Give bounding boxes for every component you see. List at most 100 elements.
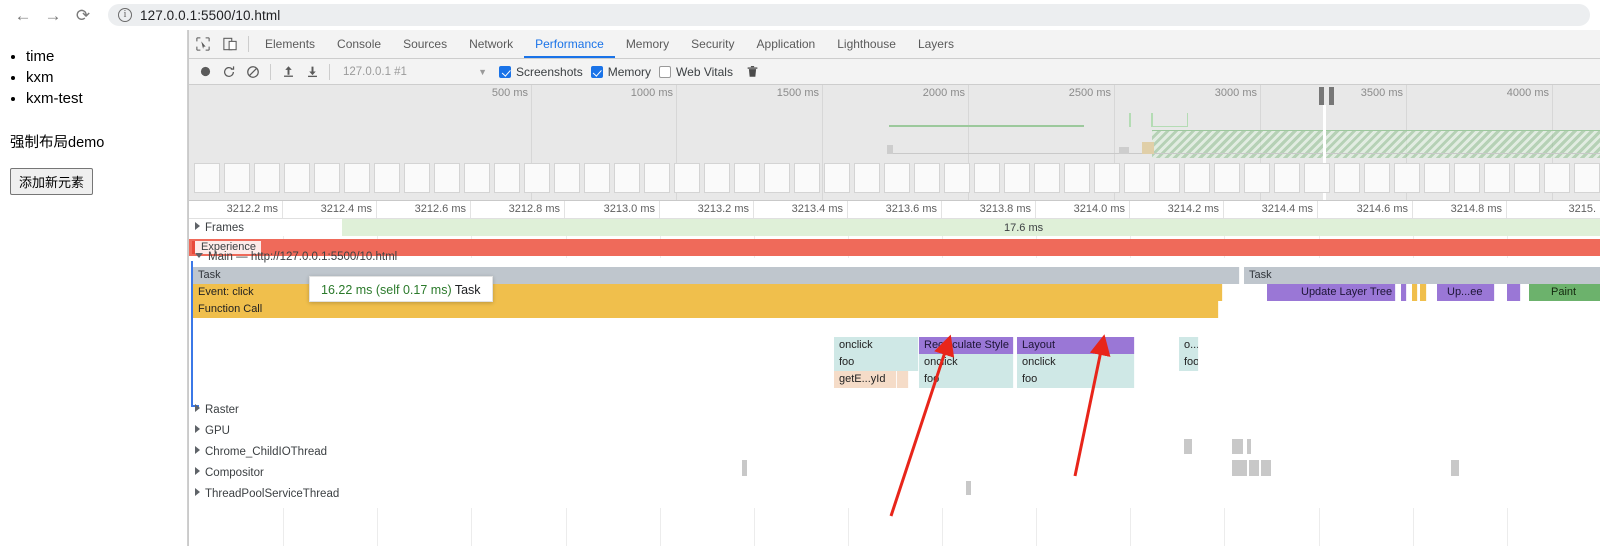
track-raster[interactable]: Raster — [195, 404, 239, 416]
track-gpu[interactable]: GPU — [195, 425, 230, 437]
flame-block-update-trunc[interactable]: Up...ee — [1437, 284, 1495, 301]
flame-block-peach[interactable] — [897, 371, 909, 388]
flame-block-scripting[interactable] — [1412, 284, 1418, 301]
tab-memory[interactable]: Memory — [615, 30, 680, 58]
filmstrip-thumbnail[interactable] — [854, 163, 880, 193]
filmstrip-thumbnail[interactable] — [1094, 163, 1120, 193]
web-vitals-checkbox[interactable]: Web Vitals — [659, 65, 733, 79]
filmstrip-thumbnail[interactable] — [494, 163, 520, 193]
timeline-overview[interactable]: 500 ms 1000 ms 1500 ms 2000 ms 2500 ms 3… — [189, 85, 1600, 201]
filmstrip-thumbnail[interactable] — [1544, 163, 1570, 193]
flame-block-onclick[interactable]: onclick — [1017, 354, 1135, 371]
track-compositor[interactable]: Compositor — [195, 467, 264, 479]
filmstrip-thumbnail[interactable] — [284, 163, 310, 193]
overview-selection-handle[interactable] — [1329, 87, 1334, 105]
record-circle-icon[interactable] — [193, 60, 217, 84]
arrow-right-icon[interactable]: → — [38, 0, 68, 30]
filmstrip-thumbnail[interactable] — [374, 163, 400, 193]
activity-block[interactable] — [1247, 439, 1251, 454]
filmstrip-thumbnail[interactable] — [914, 163, 940, 193]
flame-block-recalculate-style[interactable]: Recalculate Style — [919, 337, 1014, 354]
inspect-element-icon[interactable] — [189, 31, 216, 58]
filmstrip-thumbnail[interactable] — [254, 163, 280, 193]
flame-block-scripting[interactable] — [1420, 284, 1427, 301]
flame-block-o-trunc[interactable]: o... — [1179, 337, 1199, 354]
filmstrip-thumbnail[interactable] — [554, 163, 580, 193]
filmstrip-thumbnail[interactable] — [1454, 163, 1480, 193]
track-frames[interactable]: Frames — [195, 222, 244, 234]
device-toolbar-icon[interactable] — [216, 31, 243, 58]
filmstrip-thumbnail[interactable] — [1424, 163, 1450, 193]
filmstrip-thumbnail[interactable] — [1124, 163, 1150, 193]
filmstrip-thumbnail[interactable] — [1244, 163, 1270, 193]
filmstrip-thumbnail[interactable] — [1004, 163, 1030, 193]
activity-block[interactable] — [1232, 439, 1243, 454]
load-profile-up-arrow-icon[interactable] — [276, 60, 300, 84]
flame-block-get-element-by-id[interactable]: getE...yId — [834, 371, 897, 388]
tab-network[interactable]: Network — [458, 30, 524, 58]
filmstrip-thumbnail[interactable] — [524, 163, 550, 193]
reload-and-record-icon[interactable] — [217, 60, 241, 84]
filmstrip-thumbnail[interactable] — [1154, 163, 1180, 193]
tab-elements[interactable]: Elements — [254, 30, 326, 58]
filmstrip-thumbnail[interactable] — [1034, 163, 1060, 193]
filmstrip-thumbnail[interactable] — [1394, 163, 1420, 193]
filmstrip-thumbnail[interactable] — [1514, 163, 1540, 193]
filmstrip-thumbnail[interactable] — [974, 163, 1000, 193]
filmstrip-thumbnail[interactable] — [644, 163, 670, 193]
flame-block-onclick[interactable]: onclick — [919, 354, 1014, 371]
flame-block-foo[interactable]: foo — [919, 371, 1014, 388]
filmstrip-thumbnail[interactable] — [1574, 163, 1600, 193]
tab-layers[interactable]: Layers — [907, 30, 965, 58]
reload-icon[interactable]: ⟳ — [68, 0, 98, 30]
filmstrip-thumbnail[interactable] — [764, 163, 790, 193]
activity-block[interactable] — [1184, 439, 1192, 454]
filmstrip-thumbnail[interactable] — [344, 163, 370, 193]
profile-select[interactable]: 127.0.0.1 #1 ▼ — [339, 62, 491, 81]
track-chrome-childiothread[interactable]: Chrome_ChildIOThread — [195, 446, 327, 458]
activity-block[interactable] — [1261, 460, 1271, 476]
tab-security[interactable]: Security — [680, 30, 745, 58]
filmstrip-thumbnail[interactable] — [1364, 163, 1390, 193]
flame-block-rendering[interactable] — [1507, 284, 1521, 301]
filmstrip-thumbnail[interactable] — [1064, 163, 1090, 193]
save-profile-down-arrow-icon[interactable] — [300, 60, 324, 84]
activity-block[interactable] — [966, 481, 971, 495]
filmstrip-thumbnail[interactable] — [584, 163, 610, 193]
filmstrip-thumbnail[interactable] — [674, 163, 700, 193]
info-circle-icon[interactable]: i — [118, 8, 132, 22]
memory-checkbox[interactable]: Memory — [590, 65, 651, 79]
filmstrip-thumbnail[interactable] — [1484, 163, 1510, 193]
filmstrip-thumbnail[interactable] — [1184, 163, 1210, 193]
filmstrip-thumbnail[interactable] — [464, 163, 490, 193]
filmstrip-thumbnail[interactable] — [734, 163, 760, 193]
filmstrip-thumbnail[interactable] — [704, 163, 730, 193]
filmstrip-thumbnail[interactable] — [1274, 163, 1300, 193]
filmstrip-thumbnail[interactable] — [884, 163, 910, 193]
flame-block-paint[interactable]: Paint — [1529, 284, 1600, 301]
flame-block-foo[interactable]: foo — [834, 354, 919, 371]
filmstrip-thumbnail[interactable] — [824, 163, 850, 193]
flame-block-layout[interactable]: Layout — [1017, 337, 1135, 354]
tab-sources[interactable]: Sources — [392, 30, 458, 58]
back-icon[interactable]: ← — [8, 0, 38, 30]
filmstrip-thumbnail[interactable] — [314, 163, 340, 193]
add-element-button[interactable]: 添加新元素 — [10, 168, 94, 195]
filmstrip-thumbnail[interactable] — [434, 163, 460, 193]
flame-block-rendering[interactable] — [1401, 284, 1407, 301]
track-main[interactable]: Main — http://127.0.0.1:5500/10.html — [195, 251, 397, 263]
activity-block[interactable] — [742, 460, 747, 476]
tab-console[interactable]: Console — [326, 30, 392, 58]
track-threadpoolservicethread[interactable]: ThreadPoolServiceThread — [195, 488, 339, 500]
tab-lighthouse[interactable]: Lighthouse — [826, 30, 907, 58]
tab-application[interactable]: Application — [746, 30, 827, 58]
flame-block-task[interactable]: Task — [1244, 267, 1600, 284]
clear-no-entry-icon[interactable] — [241, 60, 265, 84]
filmstrip-thumbnail[interactable] — [1214, 163, 1240, 193]
filmstrip-thumbnail[interactable] — [194, 163, 220, 193]
filmstrip-thumbnail[interactable] — [944, 163, 970, 193]
flame-block-update-layer-tree[interactable]: Update Layer Tree — [1267, 284, 1396, 301]
flame-block-onclick[interactable]: onclick — [834, 337, 919, 354]
flame-block-foo[interactable]: foo — [1017, 371, 1135, 388]
tab-performance[interactable]: Performance — [524, 30, 615, 58]
